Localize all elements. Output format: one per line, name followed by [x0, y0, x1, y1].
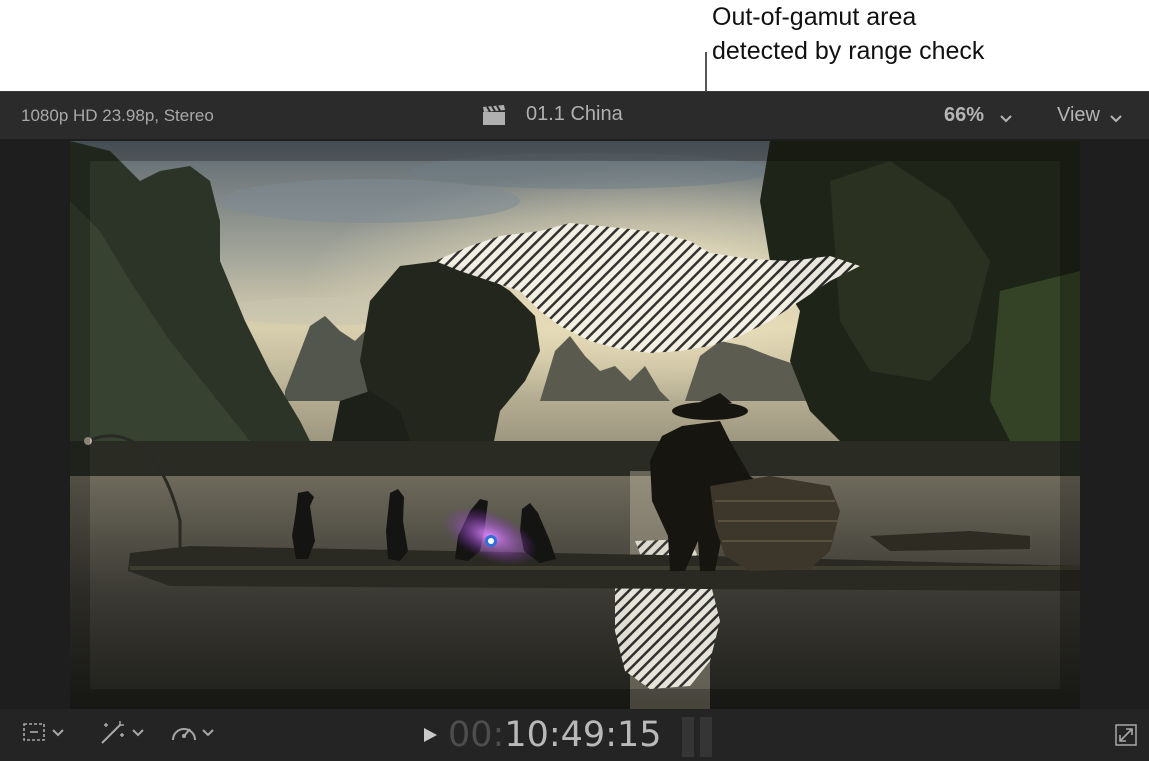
video-frame[interactable] — [70, 141, 1080, 709]
view-menu[interactable]: View — [1057, 104, 1122, 127]
clapperboard-icon — [482, 104, 506, 126]
timecode-display: 00: 10:49:15 — [420, 715, 662, 755]
chevron-down-icon — [52, 725, 64, 743]
callout-line-2: detected by range check — [712, 37, 985, 65]
viewer: 1080p HD 23.98p, Stereo 01.1 China 66% V… — [0, 91, 1149, 761]
zoom-value: 66% — [944, 104, 985, 126]
audio-meter-left — [682, 717, 694, 757]
callout-annotation: Out-of-gamut area detected by range chec… — [712, 0, 1132, 68]
enhance-menu-button[interactable] — [98, 719, 144, 750]
chevron-down-icon — [1000, 111, 1012, 122]
timecode: 00: 10:49:15 — [448, 715, 662, 755]
magic-wand-icon — [98, 719, 128, 750]
retime-menu-button[interactable] — [170, 721, 214, 747]
clip-title: 01.1 China — [526, 103, 623, 125]
format-label: 1080p HD 23.98p, Stereo — [21, 106, 214, 125]
zoom-menu[interactable]: 66% — [944, 104, 1012, 127]
view-label: View — [1057, 104, 1100, 126]
play-icon[interactable] — [420, 724, 440, 746]
viewer-header: 1080p HD 23.98p, Stereo 01.1 China 66% V… — [0, 91, 1149, 139]
chevron-down-icon — [202, 725, 214, 743]
chevron-down-icon — [132, 725, 144, 743]
timecode-leading: 00: — [448, 715, 505, 755]
callout-line-1: Out-of-gamut area — [712, 3, 917, 31]
speedometer-icon — [170, 720, 198, 749]
clip-title-group: 01.1 China — [482, 103, 623, 126]
transform-overlay-icon — [22, 720, 48, 749]
audio-meter-right — [700, 717, 712, 757]
timecode-value: 10:49:15 — [504, 715, 662, 755]
viewer-toolbar: 00: 10:49:15 — [0, 709, 1149, 761]
transform-menu-button[interactable] — [22, 721, 64, 747]
video-image — [70, 141, 1080, 709]
fullscreen-button[interactable] — [1114, 723, 1138, 747]
audio-meter — [682, 717, 716, 757]
chevron-down-icon — [1110, 111, 1122, 122]
fullscreen-icon — [1114, 724, 1138, 751]
